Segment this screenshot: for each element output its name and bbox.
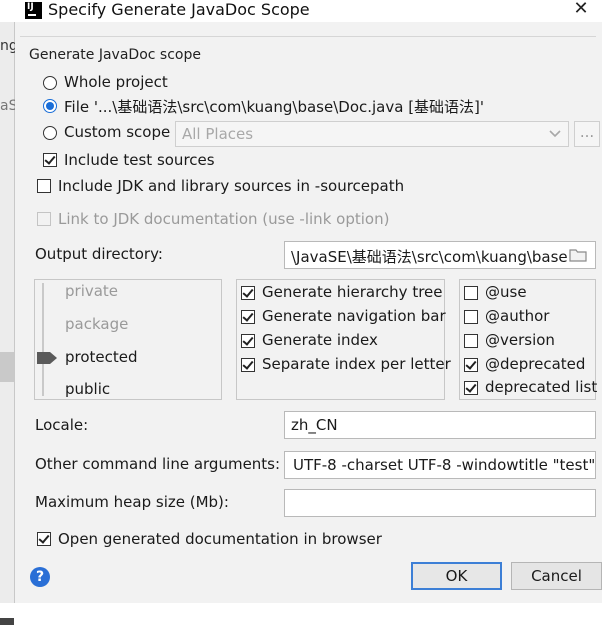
tag-version-checkbox[interactable] <box>464 334 478 348</box>
output-directory-label: Output directory: <box>35 245 163 263</box>
custom-scope-label[interactable]: Custom scope <box>64 123 170 141</box>
tag-author-checkbox[interactable] <box>464 310 478 324</box>
output-directory-value: \JavaSE\基础语法\src\com\kuang\base <box>291 248 568 266</box>
visibility-slider-thumb[interactable] <box>37 352 57 364</box>
max-heap-label: Maximum heap size (Mb): <box>35 493 229 511</box>
generate-hierarchy-checkbox[interactable] <box>241 286 255 300</box>
cancel-button[interactable]: Cancel <box>511 562 602 590</box>
link-jdk-label: Link to JDK documentation (use -link opt… <box>58 210 390 228</box>
generate-index-checkbox[interactable] <box>241 334 255 348</box>
tag-author-label[interactable]: @author <box>485 307 549 325</box>
scope-group-border <box>20 36 596 37</box>
visibility-public[interactable]: public <box>65 380 110 398</box>
tag-version-label[interactable]: @version <box>485 331 555 349</box>
browse-scope-button[interactable]: ... <box>574 121 600 147</box>
background-ide-strip: ng aS <box>0 22 18 625</box>
deprecated-list-label[interactable]: deprecated list <box>485 378 597 396</box>
help-icon[interactable]: ? <box>30 567 50 587</box>
title-bar: IJ Specify Generate JavaDoc Scope ✕ <box>0 0 602 22</box>
separate-index-label[interactable]: Separate index per letter <box>262 355 451 373</box>
file-scope-radio[interactable] <box>43 99 57 113</box>
tag-deprecated-label[interactable]: @deprecated <box>485 355 585 373</box>
custom-scope-value: All Places <box>182 125 254 143</box>
background-block <box>0 618 14 625</box>
include-test-sources-checkbox[interactable] <box>43 153 57 167</box>
tag-deprecated-checkbox[interactable] <box>464 358 478 372</box>
scope-group-label: Generate JavaDoc scope <box>29 47 201 63</box>
intellij-app-icon: IJ <box>25 2 42 19</box>
file-scope-label[interactable]: File '...\基础语法\src\com\kuang\base\Doc.ja… <box>64 96 484 117</box>
visibility-panel <box>34 279 222 400</box>
deprecated-list-checkbox[interactable] <box>464 381 478 395</box>
locale-field[interactable]: zh_CN <box>284 411 596 439</box>
locale-value: zh_CN <box>291 416 338 434</box>
close-button[interactable]: ✕ <box>566 0 596 22</box>
generate-navigation-checkbox[interactable] <box>241 310 255 324</box>
output-directory-field[interactable]: \JavaSE\基础语法\src\com\kuang\base <box>284 241 596 269</box>
tag-use-checkbox[interactable] <box>464 286 478 300</box>
custom-scope-radio[interactable] <box>43 126 57 140</box>
window-title: Specify Generate JavaDoc Scope <box>48 0 310 19</box>
visibility-package[interactable]: package <box>65 315 128 333</box>
open-in-browser-checkbox[interactable] <box>37 532 51 546</box>
other-args-value: UTF-8 -charset UTF-8 -windowtitle "test" <box>293 456 596 474</box>
max-heap-field[interactable] <box>284 489 596 517</box>
chevron-down-icon <box>549 130 561 138</box>
visibility-slider-track[interactable] <box>42 283 44 396</box>
generate-index-label[interactable]: Generate index <box>262 331 378 349</box>
open-in-browser-label[interactable]: Open generated documentation in browser <box>58 530 382 548</box>
include-jdk-label[interactable]: Include JDK and library sources in -sour… <box>58 177 404 195</box>
visibility-protected[interactable]: protected <box>65 348 138 366</box>
whole-project-label[interactable]: Whole project <box>64 73 168 91</box>
other-args-label: Other command line arguments: <box>35 455 281 473</box>
include-jdk-checkbox[interactable] <box>37 179 51 193</box>
ok-button[interactable]: OK <box>411 562 502 590</box>
generate-hierarchy-label[interactable]: Generate hierarchy tree <box>262 283 443 301</box>
locale-label: Locale: <box>35 416 89 434</box>
folder-icon[interactable] <box>569 248 587 262</box>
visibility-private[interactable]: private <box>65 282 118 300</box>
link-jdk-checkbox[interactable] <box>37 212 51 226</box>
tag-use-label[interactable]: @use <box>485 283 527 301</box>
generate-navigation-label[interactable]: Generate navigation bar <box>262 307 446 325</box>
background-block <box>0 352 14 382</box>
separate-index-checkbox[interactable] <box>241 358 255 372</box>
custom-scope-dropdown[interactable]: All Places <box>175 121 569 147</box>
whole-project-radio[interactable] <box>43 76 57 90</box>
other-args-field[interactable]: UTF-8 -charset UTF-8 -windowtitle "test" <box>284 451 596 479</box>
include-test-sources-label[interactable]: Include test sources <box>64 151 215 169</box>
